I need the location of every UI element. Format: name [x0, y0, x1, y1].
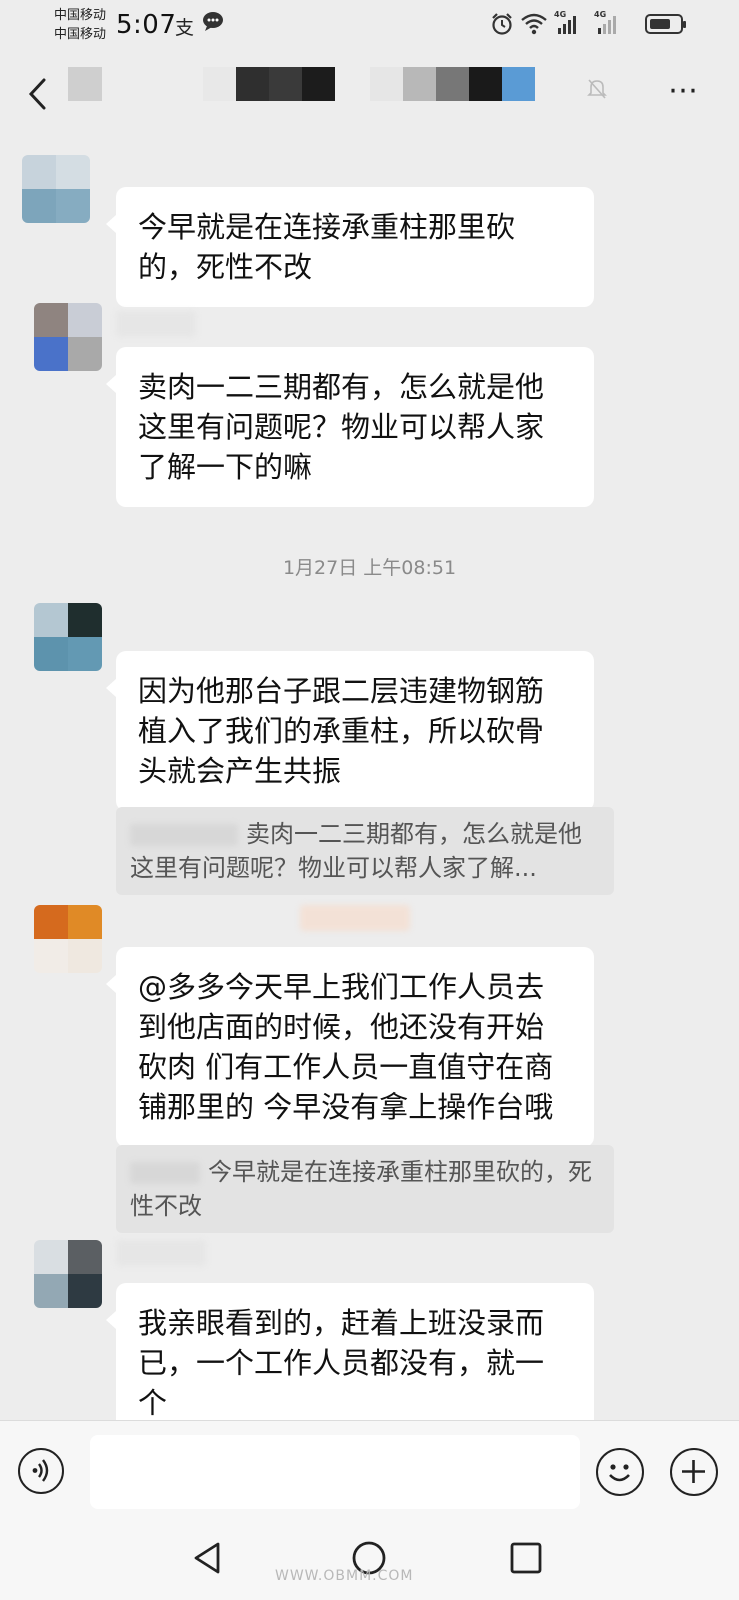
wifi-icon [520, 12, 548, 41]
avatar[interactable] [34, 1240, 102, 1308]
sender-name [300, 905, 410, 931]
voice-button[interactable] [18, 1448, 64, 1494]
plus-icon [682, 1460, 705, 1483]
avatar[interactable] [34, 603, 102, 671]
signal-icon-1: 4G [554, 10, 576, 34]
alipay-icon: 支 [175, 17, 195, 39]
message-text: @多多今天早上我们工作人员去到他店面的时候，他还没有开始砍肉 们有工作人员一直值… [138, 970, 554, 1124]
chat-notification-icon [202, 10, 224, 37]
carrier-2: 中国移动 [54, 27, 107, 42]
triangle-back-icon [194, 1542, 220, 1574]
alarm-icon [490, 12, 514, 41]
quoted-sender [130, 824, 238, 846]
message-text: 我亲眼看到的，赶着上班没录而已，一个工作人员都没有，就一个 [138, 1306, 545, 1420]
back-button[interactable] [26, 77, 50, 111]
status-bar: 中国移动 中国移动 5:07 支 4G 4G [0, 0, 739, 50]
chat-header: ⋯ [0, 55, 739, 130]
message-bubble[interactable]: 我亲眼看到的，赶着上班没录而已，一个工作人员都没有，就一个 [106, 1283, 594, 1420]
battery-icon [645, 14, 686, 34]
message-input[interactable] [90, 1435, 580, 1509]
chat-title-mosaic [68, 67, 102, 101]
message-text: 今早就是在连接承重柱那里砍的，死性不改 [138, 210, 516, 284]
message-bubble[interactable]: 卖肉一二三期都有，怎么就是他这里有问题呢？物业可以帮人家了解一下的嘛 [106, 347, 594, 507]
emoji-icon [609, 1464, 630, 1482]
avatar[interactable] [34, 905, 102, 973]
clock: 5:07 [116, 10, 177, 40]
square-recents-icon [510, 1542, 542, 1574]
emoji-button[interactable] [596, 1448, 644, 1496]
quoted-message[interactable]: 今早就是在连接承重柱那里砍的，死性不改 [116, 1145, 614, 1233]
chevron-left-icon [28, 78, 46, 110]
system-navigation-bar: WWW.OBMM.COM [0, 1518, 739, 1600]
avatar[interactable] [34, 303, 102, 371]
more-horizontal-icon: ⋯ [668, 73, 699, 108]
system-back-button[interactable] [188, 1538, 228, 1578]
carrier-1: 中国移动 [54, 8, 107, 23]
message-bubble[interactable]: @多多今天早上我们工作人员去到他店面的时候，他还没有开始砍肉 们有工作人员一直值… [106, 947, 594, 1147]
input-bar [0, 1420, 739, 1519]
voice-icon [32, 1459, 49, 1482]
plus-button[interactable] [670, 1448, 718, 1496]
sender-name [116, 1240, 206, 1266]
avatar[interactable] [22, 155, 90, 223]
sender-name [116, 311, 196, 337]
message-bubble[interactable]: 因为他那台子跟二层违建物钢筋植入了我们的承重柱，所以砍骨头就会产生共振 [106, 651, 594, 811]
carrier-labels: 中国移动 中国移动 [54, 6, 106, 44]
timestamp: 1月27日 上午08:51 [282, 557, 457, 579]
message-text: 卖肉一二三期都有，怎么就是他这里有问题呢？物业可以帮人家了解一下的嘛 [138, 370, 545, 484]
more-button[interactable]: ⋯ [668, 73, 699, 108]
system-recents-button[interactable] [506, 1538, 546, 1578]
quoted-message[interactable]: 卖肉一二三期都有，怎么就是他这里有问题呢？物业可以帮人家了解... [116, 807, 614, 895]
quoted-sender [130, 1162, 200, 1184]
signal-icon-2: 4G [594, 10, 616, 34]
message-list[interactable]: 今早就是在连接承重柱那里砍的，死性不改 卖肉一二三期都有，怎么就是他这里有问题呢… [0, 135, 739, 1420]
message-bubble[interactable]: 今早就是在连接承重柱那里砍的，死性不改 [106, 187, 594, 307]
watermark: WWW.OBMM.COM [275, 1568, 414, 1584]
bell-off-icon [587, 78, 607, 100]
message-text: 因为他那台子跟二层违建物钢筋植入了我们的承重柱，所以砍骨头就会产生共振 [138, 674, 545, 788]
